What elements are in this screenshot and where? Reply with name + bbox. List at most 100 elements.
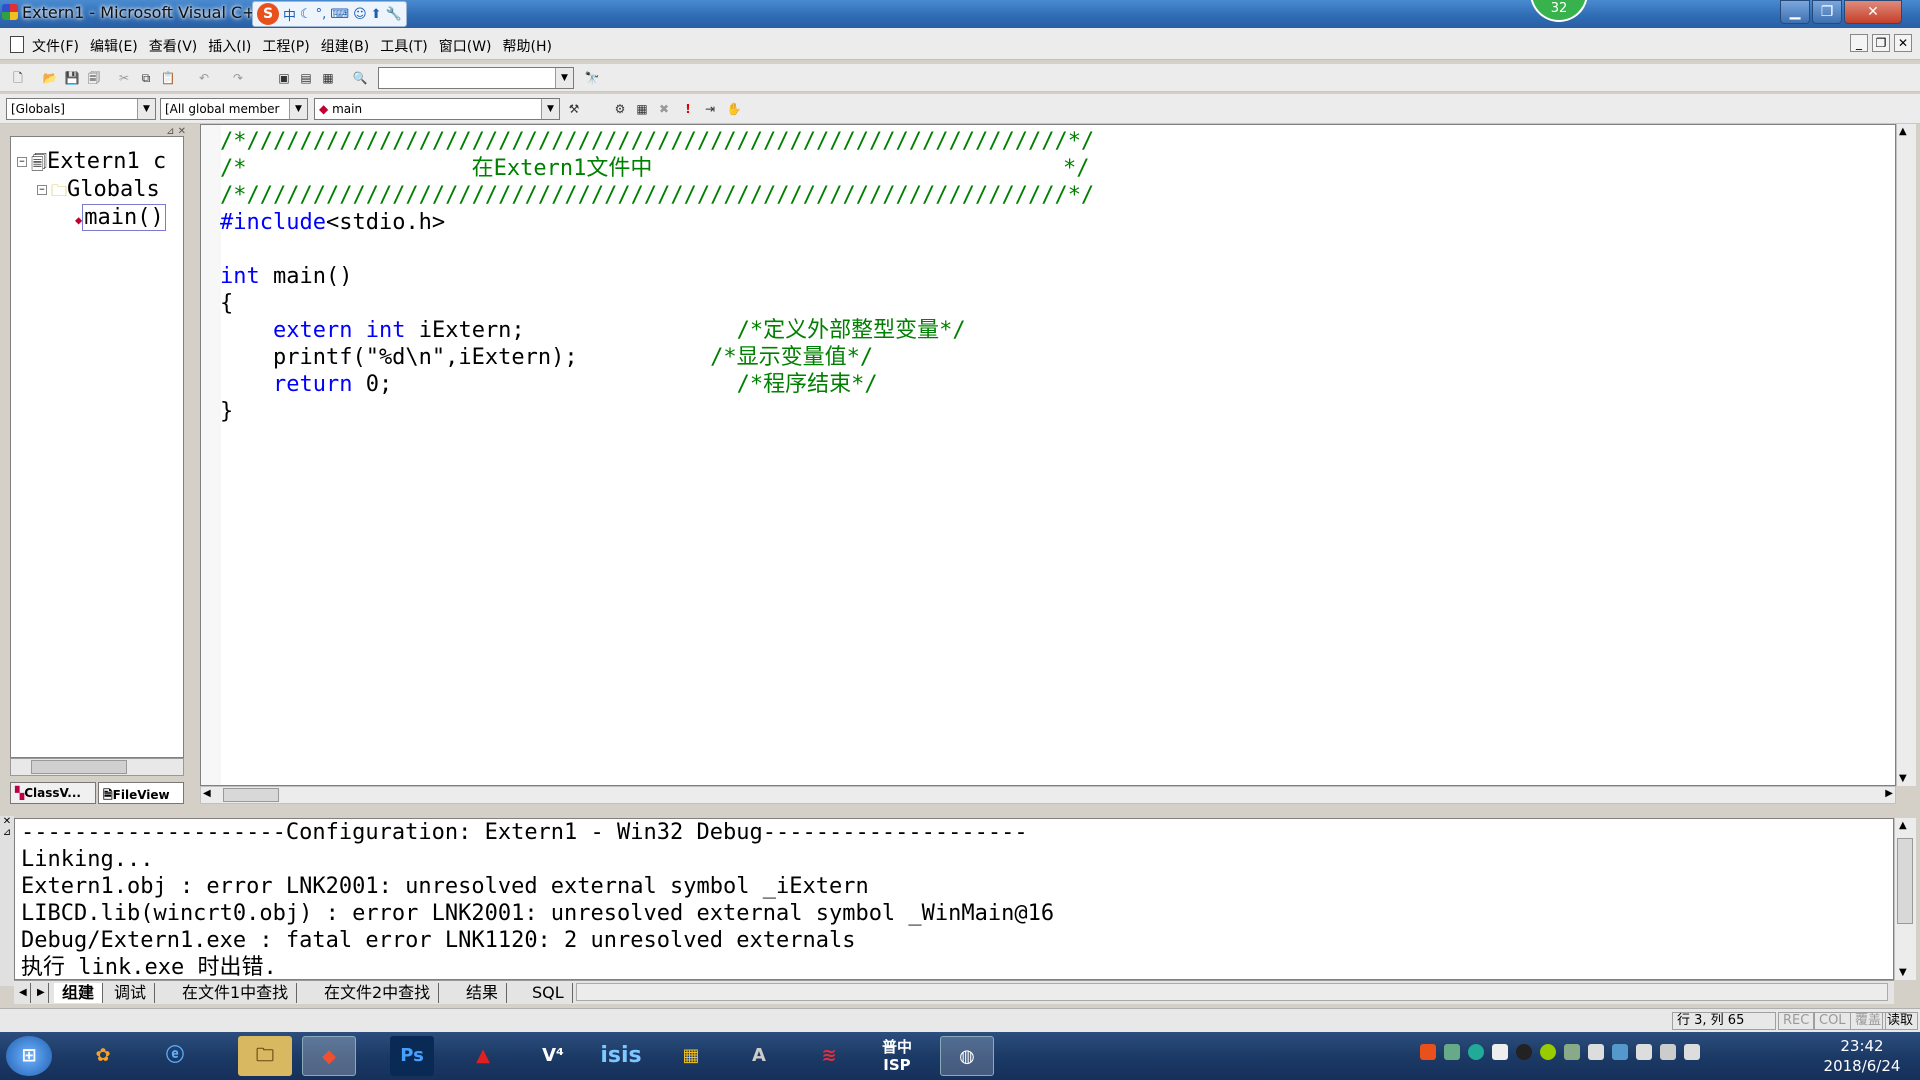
breakpoint-hand-icon[interactable]: ✋: [726, 101, 742, 117]
ie-icon[interactable]: ⓔ: [148, 1036, 202, 1076]
volume-tray-icon[interactable]: [1684, 1044, 1700, 1060]
undo-icon[interactable]: ↶: [196, 70, 212, 86]
window-list-icon[interactable]: ▦: [320, 70, 336, 86]
display-tray-icon[interactable]: [1612, 1044, 1628, 1060]
player-tray-icon[interactable]: [1468, 1044, 1484, 1060]
tab-results[interactable]: 结果: [458, 983, 508, 1003]
bell-tray-icon[interactable]: [1492, 1044, 1508, 1060]
pinwheel-app-icon[interactable]: ✿: [76, 1036, 130, 1076]
keyboard-icon[interactable]: ⌨: [330, 7, 349, 22]
skin-icon[interactable]: ⬆: [371, 7, 382, 22]
menu-tools[interactable]: 工具(T): [380, 36, 427, 56]
new-text-file-icon[interactable]: 🗋: [10, 70, 26, 86]
scroll-thumb[interactable]: [31, 760, 127, 774]
collapse-toggle[interactable]: −: [37, 185, 47, 195]
scroll-up-arrow[interactable]: ▲: [1899, 820, 1907, 831]
ime-chinese-mode[interactable]: 中: [283, 5, 296, 24]
tab-find-in-files-1[interactable]: 在文件1中查找: [174, 983, 298, 1003]
output-window[interactable]: --------------------Configuration: Exter…: [14, 818, 1894, 980]
scroll-up-arrow[interactable]: ▲: [1899, 126, 1907, 137]
editor-vscrollbar[interactable]: ▲ ▼: [1896, 124, 1916, 786]
find-icon[interactable]: 🔭: [584, 70, 600, 86]
tab-sql[interactable]: SQL: [524, 983, 573, 1003]
isp-icon[interactable]: 普中ISP: [870, 1036, 924, 1076]
scroll-left-arrow[interactable]: ◀: [203, 788, 211, 799]
wifi-tray-icon[interactable]: [1564, 1044, 1580, 1060]
signal-app-icon[interactable]: ≋: [802, 1036, 856, 1076]
menu-help[interactable]: 帮助(H): [503, 36, 552, 56]
find-in-files-icon[interactable]: 🔍: [352, 70, 368, 86]
code-line[interactable]: #include<stdio.h>: [220, 209, 445, 236]
execute-icon[interactable]: !: [680, 101, 696, 117]
tab-build[interactable]: 组建: [54, 983, 104, 1003]
altium-icon[interactable]: A: [732, 1036, 786, 1076]
code-line[interactable]: extern int iExtern; /*定义外部整型变量*/: [220, 317, 966, 344]
output-vscrollbar[interactable]: ▲ ▼: [1894, 818, 1916, 980]
wrench-icon[interactable]: 🔧: [386, 7, 402, 22]
save-icon[interactable]: 💾: [64, 70, 80, 86]
code-line[interactable]: int main(): [220, 263, 352, 290]
build-icon[interactable]: ▦: [634, 101, 650, 117]
vision-app-icon[interactable]: V⁴: [526, 1036, 580, 1076]
member-combo[interactable]: ◆ main ▼: [314, 98, 560, 120]
vc6-task-icon[interactable]: ◆: [302, 1036, 356, 1076]
go-icon[interactable]: ⇥: [702, 101, 718, 117]
explorer-icon[interactable]: 🗀: [238, 1036, 292, 1076]
punctuation-icon[interactable]: °,: [316, 7, 327, 22]
menu-window[interactable]: 窗口(W): [439, 36, 492, 56]
isis-icon[interactable]: isis: [594, 1036, 648, 1076]
menu-edit[interactable]: 编辑(E): [90, 36, 138, 56]
code-line[interactable]: /*//////////////////////////////////////…: [220, 128, 1094, 155]
scroll-down-arrow[interactable]: ▼: [1899, 967, 1907, 978]
menu-insert[interactable]: 插入(I): [208, 36, 251, 56]
mdi-restore-button[interactable]: ❐: [1872, 34, 1890, 52]
class-view-tree[interactable]: − 🗐Extern1 c − 🗀Globals ◆main(): [10, 136, 184, 758]
user-icon[interactable]: ☺: [353, 7, 367, 22]
bluetooth-tray-icon[interactable]: [1588, 1044, 1604, 1060]
menu-file[interactable]: 文件(F): [32, 36, 79, 56]
tab-find-in-files-2[interactable]: 在文件2中查找: [316, 983, 440, 1003]
scroll-down-arrow[interactable]: ▼: [1899, 773, 1907, 784]
usb-tray-icon[interactable]: [1636, 1044, 1652, 1060]
cut-icon[interactable]: ✂: [116, 70, 132, 86]
scroll-thumb[interactable]: [1897, 838, 1913, 924]
code-line[interactable]: printf("%d\n",iExtern); /*显示变量值*/: [220, 344, 873, 371]
signal-tray-icon[interactable]: [1660, 1044, 1676, 1060]
code-editor[interactable]: [200, 124, 1896, 786]
tab-scroll-right-icon[interactable]: ▶: [34, 983, 49, 1003]
menu-project[interactable]: 工程(P): [262, 36, 309, 56]
stop-build-icon[interactable]: ✖: [656, 101, 672, 117]
paste-icon[interactable]: 📋: [160, 70, 176, 86]
tab-fileview[interactable]: 🗎FileView: [98, 782, 184, 804]
autocad-icon[interactable]: ▲: [456, 1036, 510, 1076]
tab-debug[interactable]: 调试: [106, 983, 156, 1003]
redo-icon[interactable]: ↷: [230, 70, 246, 86]
qq-tray-icon[interactable]: [1516, 1044, 1532, 1060]
output-hscrollbar[interactable]: [576, 983, 1888, 1001]
compile-icon[interactable]: ⚙: [612, 101, 628, 117]
find-combo[interactable]: ▼: [378, 67, 574, 89]
document-icon[interactable]: [10, 36, 24, 53]
open-icon[interactable]: 📂: [42, 70, 58, 86]
menu-build[interactable]: 组建(B): [321, 36, 370, 56]
code-line[interactable]: /* 在Extern1文件中 */: [220, 155, 1089, 182]
filter-combo[interactable]: [All global member ▼: [160, 98, 308, 120]
grid-app-icon[interactable]: ▦: [664, 1036, 718, 1076]
scroll-right-arrow[interactable]: ▶: [1885, 788, 1893, 799]
code-line[interactable]: {: [220, 290, 233, 317]
mdi-minimize-button[interactable]: _: [1850, 34, 1868, 52]
notification-badge[interactable]: 32: [1530, 0, 1588, 22]
start-button[interactable]: ⊞: [6, 1036, 52, 1076]
tree-globals-node[interactable]: 🗀Globals: [51, 177, 160, 207]
moon-icon[interactable]: ☾: [300, 7, 312, 22]
output-gripper[interactable]: ✕ ⊿: [0, 816, 14, 986]
clock[interactable]: 23:42 2018/6/24: [1812, 1036, 1912, 1076]
output-window-icon[interactable]: ▤: [298, 70, 314, 86]
scope-combo[interactable]: [Globals] ▼: [6, 98, 156, 120]
code-line[interactable]: /*//////////////////////////////////////…: [220, 182, 1094, 209]
code-line[interactable]: return 0; /*程序结束*/: [220, 371, 878, 398]
minimize-button[interactable]: ▁: [1780, 0, 1810, 24]
scroll-thumb[interactable]: [223, 788, 279, 802]
tab-classview[interactable]: ▚ClassV...: [10, 782, 96, 804]
sogou-tray-icon[interactable]: [1420, 1044, 1436, 1060]
